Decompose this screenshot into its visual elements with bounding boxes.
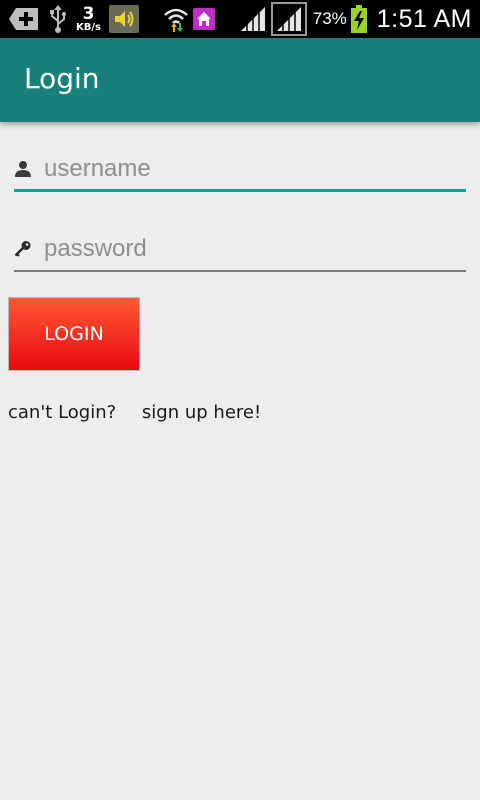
signal-2-icon	[270, 2, 307, 36]
person-icon	[15, 161, 31, 177]
cant-login-link[interactable]: can't Login?	[8, 402, 116, 423]
home-notification-icon	[192, 8, 215, 30]
status-bar-system: 73% 1:51 AM	[163, 0, 472, 38]
status-bar-notifications: 3 KB/s	[8, 4, 139, 34]
username-underline	[14, 189, 466, 192]
network-speed: 3 KB/s	[76, 3, 101, 33]
password-input[interactable]	[44, 228, 466, 270]
signup-link[interactable]: sign up here!	[142, 402, 261, 423]
sound-icon	[108, 5, 139, 33]
network-speed-value: 3	[82, 3, 95, 24]
wifi-icon	[163, 8, 188, 32]
login-button-label: LOGIN	[44, 323, 104, 345]
username-input[interactable]	[44, 148, 466, 190]
password-underline	[14, 270, 466, 272]
battery-percent: 73%	[312, 9, 347, 28]
page-title: Login	[24, 62, 100, 95]
app-bar: Login	[0, 38, 480, 122]
clock: 1:51 AM	[376, 4, 472, 33]
username-field[interactable]	[14, 148, 466, 192]
account-links: can't Login? sign up here!	[8, 402, 261, 423]
login-button[interactable]: LOGIN	[8, 297, 140, 371]
battery-charging-icon	[350, 5, 367, 33]
signal-icon	[240, 7, 265, 31]
password-field[interactable]	[14, 228, 466, 272]
network-speed-unit: KB/s	[76, 21, 101, 33]
add-notification-icon	[9, 8, 38, 30]
usb-icon	[50, 5, 66, 33]
status-bar: 3 KB/s 73% 1:51 AM	[0, 0, 480, 38]
key-icon	[14, 241, 31, 257]
